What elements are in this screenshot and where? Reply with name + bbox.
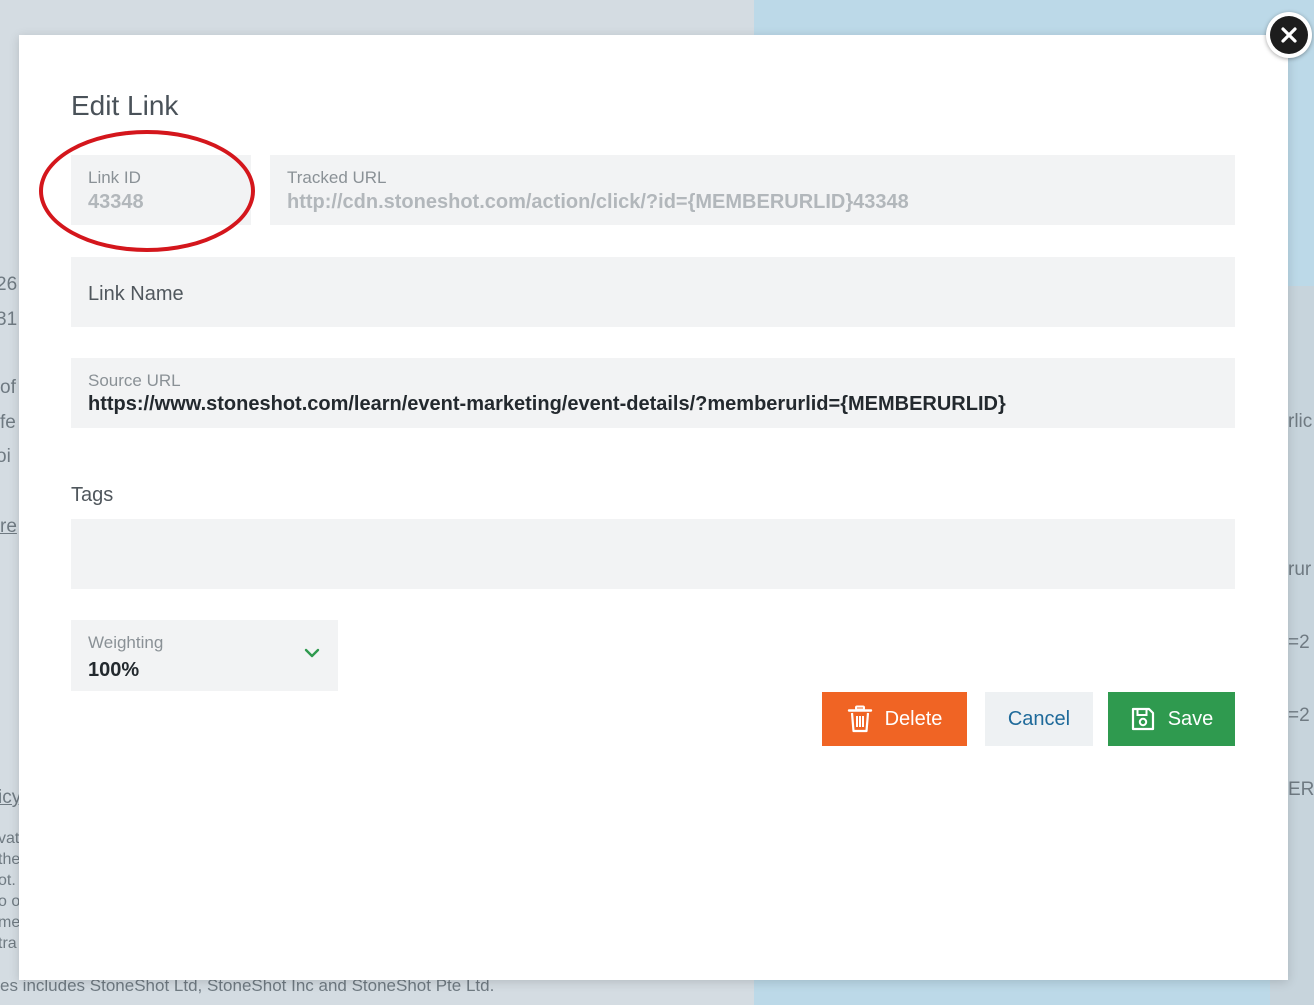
save-button[interactable]: Save xyxy=(1108,692,1235,746)
background-text: of xyxy=(0,377,16,398)
background-text: 26 xyxy=(0,274,18,295)
chevron-down-icon xyxy=(304,648,320,658)
background-text: =2 xyxy=(1288,632,1310,653)
background-text: me xyxy=(0,914,21,931)
tracked-url-label: Tracked URL xyxy=(287,168,387,187)
floppy-disk-icon xyxy=(1131,707,1154,731)
link-id-label: Link ID xyxy=(88,168,141,187)
delete-button-label: Delete xyxy=(884,707,943,730)
delete-button[interactable]: Delete xyxy=(822,692,967,746)
link-id-value: 43348 xyxy=(88,191,144,213)
link-name-input[interactable]: Link Name xyxy=(71,257,1235,327)
background-text: tra xyxy=(0,935,17,952)
background-text: vat xyxy=(0,830,20,847)
background-text: ERU xyxy=(1288,779,1314,800)
link-name-label: Link Name xyxy=(88,283,184,305)
link-id-field: Link ID 43348 xyxy=(71,155,251,225)
close-button-inner xyxy=(1270,16,1308,54)
source-url-value: https://www.stoneshot.com/learn/event-ma… xyxy=(88,393,1006,415)
weighting-label: Weighting xyxy=(88,633,164,652)
background-text: ot. xyxy=(0,872,16,889)
trash-icon xyxy=(847,705,872,733)
source-url-input[interactable]: Source URL https://www.stoneshot.com/lea… xyxy=(71,358,1235,428)
background-text: 31 xyxy=(0,309,18,330)
tags-label: Tags xyxy=(71,484,114,506)
tags-input[interactable] xyxy=(71,519,1235,589)
background-text: fe xyxy=(0,412,16,433)
background-text: o o xyxy=(0,893,21,910)
close-icon xyxy=(1281,27,1297,43)
save-button-label: Save xyxy=(1167,707,1214,730)
cancel-button[interactable]: Cancel xyxy=(985,692,1093,746)
background-text: =2 xyxy=(1288,705,1310,726)
background-text: rlic xyxy=(1288,411,1313,432)
edit-link-dialog: Edit Link Link ID 43348 Tracked URL http… xyxy=(19,35,1288,980)
dialog-title: Edit Link xyxy=(71,90,179,121)
tracked-url-field: Tracked URL http://cdn.stoneshot.com/act… xyxy=(270,155,1235,225)
background-text: the xyxy=(0,851,21,868)
source-url-label: Source URL xyxy=(88,371,181,390)
cancel-button-label: Cancel xyxy=(1007,707,1071,730)
tracked-url-value: http://cdn.stoneshot.com/action/click/?i… xyxy=(287,191,909,213)
background-text: rur xyxy=(1288,559,1312,580)
weighting-select[interactable]: Weighting 100% xyxy=(71,620,338,691)
close-button[interactable] xyxy=(1266,12,1312,58)
weighting-value: 100% xyxy=(88,659,140,681)
background-text: oi xyxy=(0,446,11,467)
background-link: re xyxy=(0,516,17,537)
